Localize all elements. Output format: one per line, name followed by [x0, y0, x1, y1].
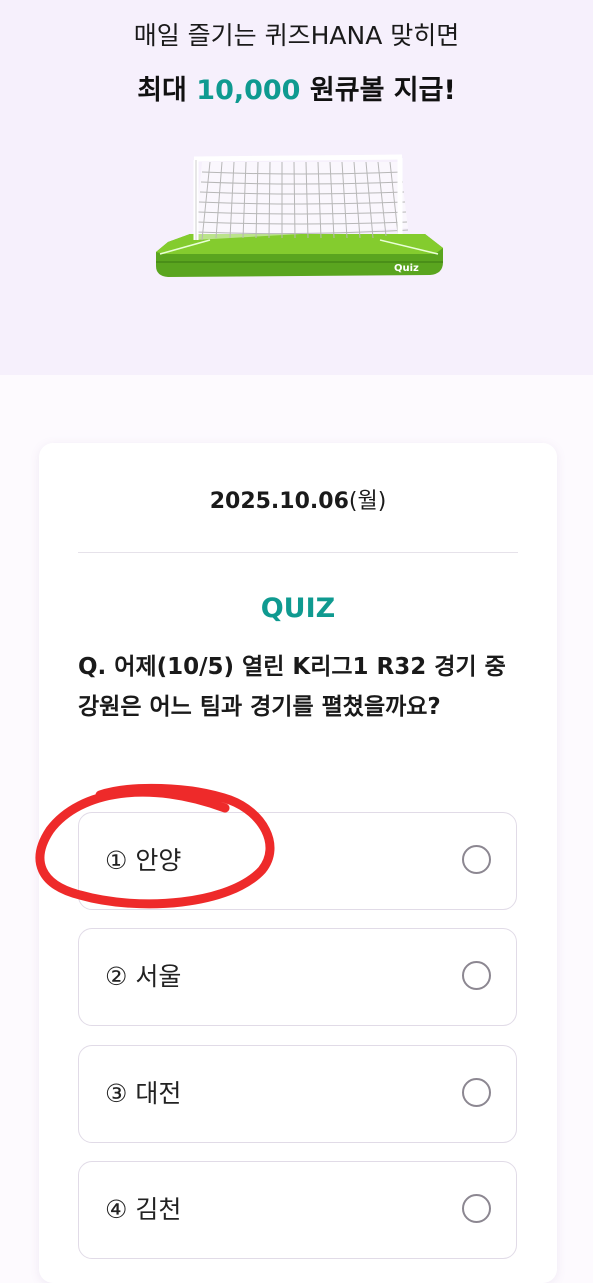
answer-option-2[interactable]: ② 서울 — [78, 928, 517, 1026]
hero-title-suffix: 원큐볼 지급! — [300, 75, 456, 106]
quiz-date-value: 2025.10.06 — [209, 489, 349, 514]
soccer-goal-illustration: Quiz — [156, 154, 443, 277]
answer-option-label: ④ 김천 — [105, 1195, 182, 1224]
quiz-date: 2025.10.06(월) — [39, 483, 557, 515]
answer-option-label: ① 안양 — [105, 846, 182, 875]
radio-button[interactable] — [462, 1194, 491, 1223]
hero-title-prefix: 최대 — [137, 75, 197, 106]
answer-option-3[interactable]: ③ 대전 — [78, 1045, 517, 1143]
divider — [78, 552, 518, 553]
reward-amount: 10,000 — [196, 75, 301, 106]
hero-subtitle: 매일 즐기는 퀴즈HANA 맞히면 — [133, 21, 460, 50]
answer-option-4[interactable]: ④ 김천 — [78, 1161, 517, 1259]
radio-button[interactable] — [462, 845, 491, 874]
hero-title: 최대 10,000 원큐볼 지급! — [0, 68, 593, 107]
radio-button[interactable] — [462, 1078, 491, 1107]
answer-option-label: ③ 대전 — [105, 1079, 182, 1108]
radio-button[interactable] — [462, 961, 491, 990]
quiz-question: Q. 어제(10/5) 열린 K리그1 R32 경기 중 강원은 어느 팀과 경… — [78, 654, 506, 720]
quiz-card: 2025.10.06(월) QUIZ Q. 어제(10/5) 열린 K리그1 R… — [39, 443, 557, 1283]
quiz-label: QUIZ — [260, 593, 336, 624]
hero-banner: 매일 즐기는 퀴즈HANA 맞히면 최대 10,000 원큐볼 지급! Quiz — [0, 0, 593, 375]
goal-crossbar — [193, 154, 403, 162]
goal-badge-text: Quiz — [394, 263, 419, 274]
quiz-weekday: (월) — [348, 489, 387, 514]
answer-option-label: ② 서울 — [105, 962, 182, 991]
answer-option-1[interactable]: ① 안양 — [78, 812, 517, 910]
